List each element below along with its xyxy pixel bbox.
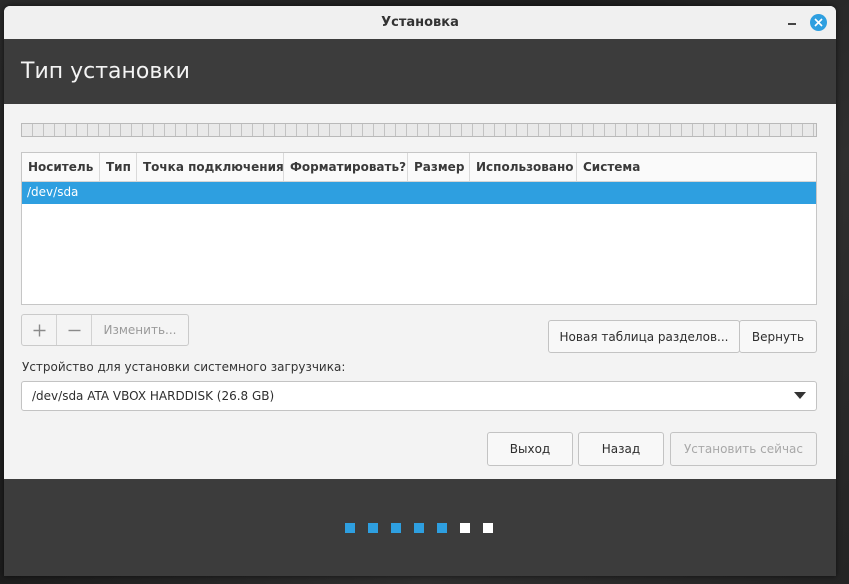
progress-step-1: [345, 523, 355, 533]
column-header-device[interactable]: Носитель: [22, 153, 100, 181]
column-header-system[interactable]: Система: [577, 153, 816, 181]
window-title: Установка: [381, 15, 459, 30]
page-title: Тип установки: [21, 59, 190, 84]
installer-window: Установка Тип установки Носитель Тип Точ…: [4, 6, 836, 576]
progress-step-3: [391, 523, 401, 533]
minus-icon: [68, 329, 80, 331]
column-header-used[interactable]: Использовано: [470, 153, 577, 181]
install-now-button[interactable]: Установить сейчас: [670, 432, 817, 466]
main-content: Носитель Тип Точка подключения Форматиро…: [4, 104, 836, 479]
remove-partition-button[interactable]: [57, 315, 92, 345]
progress-step-4: [414, 523, 424, 533]
revert-button[interactable]: Вернуть: [739, 320, 817, 353]
bootloader-label: Устройство для установки системного загр…: [22, 360, 346, 374]
partition-table-header: Носитель Тип Точка подключения Форматиро…: [22, 153, 816, 182]
progress-step-6: [460, 523, 470, 533]
bootloader-device-select[interactable]: /dev/sda ATA VBOX HARDDISK (26.8 GB): [21, 381, 817, 411]
column-header-format[interactable]: Форматировать?: [284, 153, 408, 181]
close-icon[interactable]: [810, 14, 827, 31]
minimize-icon[interactable]: [783, 14, 800, 31]
footer: [4, 479, 836, 576]
disk-usage-bar: [21, 123, 817, 137]
partition-tools: Изменить...: [21, 314, 189, 346]
progress-step-5: [437, 523, 447, 533]
back-button[interactable]: Назад: [578, 432, 664, 466]
partition-table: Носитель Тип Точка подключения Форматиро…: [21, 152, 817, 305]
progress-step-7: [483, 523, 493, 533]
new-partition-table-button[interactable]: Новая таблица разделов...: [548, 320, 740, 353]
row-device: /dev/sda: [27, 185, 79, 199]
quit-button[interactable]: Выход: [487, 432, 573, 466]
add-partition-button[interactable]: [22, 315, 57, 345]
plus-icon: [33, 324, 45, 336]
column-header-mount-point[interactable]: Точка подключения: [137, 153, 284, 181]
bootloader-device-value: /dev/sda ATA VBOX HARDDISK (26.8 GB): [32, 389, 275, 403]
title-bar[interactable]: Установка: [4, 6, 836, 40]
column-header-type[interactable]: Тип: [100, 153, 137, 181]
page-header: Тип установки: [4, 39, 836, 104]
progress-step-2: [368, 523, 378, 533]
change-partition-button[interactable]: Изменить...: [92, 315, 188, 345]
column-header-size[interactable]: Размер: [408, 153, 470, 181]
chevron-down-icon: [794, 392, 806, 399]
table-row[interactable]: /dev/sda: [22, 182, 816, 204]
